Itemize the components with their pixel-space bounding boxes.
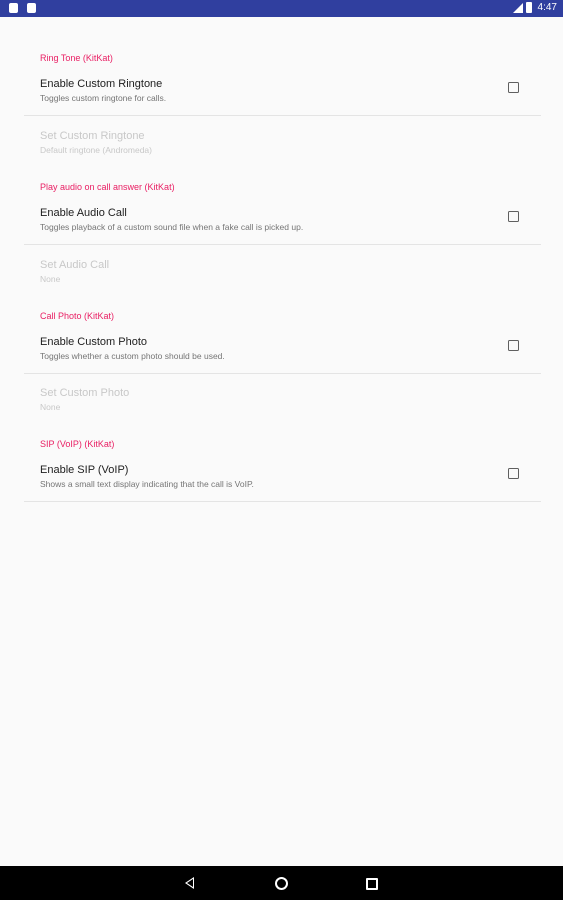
pref-set-custom-photo[interactable]: Set Custom Photo None	[24, 387, 541, 427]
sd-card-icon	[9, 3, 18, 13]
pref-summary: Default ringtone (Andromeda)	[40, 145, 152, 155]
pref-summary: None	[40, 402, 61, 412]
pref-enable-custom-photo[interactable]: Enable Custom Photo Toggles whether a cu…	[24, 336, 541, 376]
pref-title: Set Custom Ringtone	[40, 130, 145, 142]
pref-title: Set Custom Photo	[40, 387, 130, 399]
recents-icon[interactable]	[366, 878, 378, 890]
status-left-icons	[9, 3, 36, 13]
home-icon[interactable]	[275, 877, 288, 890]
status-bar: 4:47	[0, 0, 563, 17]
pref-title: Enable Audio Call	[40, 207, 127, 219]
pref-summary: Shows a small text display indicating th…	[40, 479, 254, 489]
category-play-audio: Play audio on call answer (KitKat)	[40, 182, 175, 192]
pref-title: Enable SIP (VoIP)	[40, 464, 129, 476]
pref-title: Set Audio Call	[40, 259, 110, 271]
pref-summary: Toggles whether a custom photo should be…	[40, 351, 225, 361]
battery-icon	[525, 2, 532, 13]
divider	[24, 244, 541, 245]
enable-sip-voip-checkbox[interactable]	[508, 468, 519, 479]
status-time: 4:47	[537, 2, 557, 13]
pref-summary: Toggles playback of a custom sound file …	[40, 222, 304, 232]
notification-icon	[27, 3, 36, 13]
no-signal-icon	[512, 2, 523, 13]
enable-custom-photo-checkbox[interactable]	[508, 340, 519, 351]
navigation-bar	[0, 866, 563, 900]
category-call-photo: Call Photo (KitKat)	[40, 311, 115, 321]
category-ring-tone: Ring Tone (KitKat)	[40, 53, 113, 63]
pref-enable-audio-call[interactable]: Enable Audio Call Toggles playback of a …	[24, 207, 541, 247]
pref-summary: None	[40, 274, 61, 284]
status-right-icons: 4:47	[512, 2, 557, 13]
preferences-list: Ring Tone (KitKat) Enable Custom Rington…	[0, 17, 563, 866]
pref-set-audio-call[interactable]: Set Audio Call None	[24, 259, 541, 299]
pref-set-custom-ringtone[interactable]: Set Custom Ringtone Default ringtone (An…	[24, 130, 541, 170]
back-icon[interactable]	[185, 877, 194, 889]
pref-title: Enable Custom Photo	[40, 336, 148, 348]
enable-audio-call-checkbox[interactable]	[508, 211, 519, 222]
pref-summary: Toggles custom ringtone for calls.	[40, 93, 167, 103]
screen: 4:47 Ring Tone (KitKat) Enable Custom Ri…	[0, 0, 563, 900]
divider	[24, 115, 541, 116]
divider	[24, 373, 541, 374]
pref-enable-custom-ringtone[interactable]: Enable Custom Ringtone Toggles custom ri…	[24, 78, 541, 118]
category-sip-voip: SIP (VoIP) (KitKat)	[40, 439, 115, 449]
pref-title: Enable Custom Ringtone	[40, 78, 163, 90]
pref-enable-sip-voip[interactable]: Enable SIP (VoIP) Shows a small text dis…	[24, 464, 541, 504]
divider	[24, 501, 541, 502]
enable-custom-ringtone-checkbox[interactable]	[508, 82, 519, 93]
